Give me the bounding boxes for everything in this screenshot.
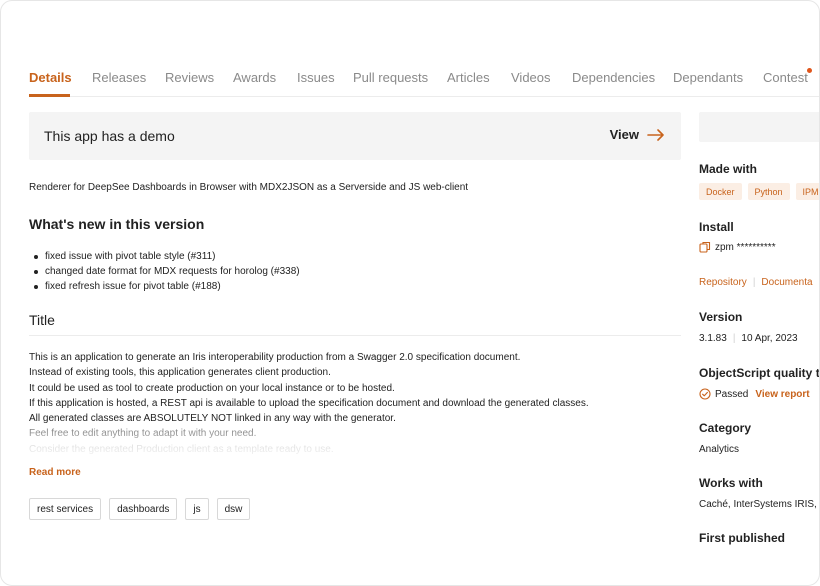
list-item: fixed issue with pivot table style (#311… — [33, 249, 300, 264]
tab-dependants[interactable]: Dependants — [673, 70, 743, 85]
list-item: fixed refresh issue for pivot table (#18… — [33, 279, 300, 294]
readme-line: It could be used as tool to create produ… — [29, 382, 395, 394]
made-with-chips: Docker Python IPM — [699, 183, 819, 200]
category-value[interactable]: Analytics — [699, 444, 739, 455]
version-separator: | — [732, 333, 736, 344]
first-published-heading: First published — [699, 531, 786, 545]
app-description: Renderer for DeepSee Dashboards in Brows… — [29, 182, 469, 193]
tab-articles[interactable]: Articles — [447, 70, 490, 85]
copy-icon[interactable] — [699, 241, 711, 253]
demo-banner-text: This app has a demo — [44, 128, 175, 144]
install-heading: Install — [699, 220, 734, 234]
quality-heading: ObjectScript quality t — [699, 366, 820, 380]
sidebar-action-box[interactable] — [699, 112, 819, 142]
works-with-heading: Works with — [699, 476, 763, 490]
install-command-row[interactable]: zpm ********** — [699, 241, 776, 253]
install-command: zpm ********** — [715, 241, 776, 253]
tab-releases[interactable]: Releases — [92, 70, 146, 85]
contest-notification-dot — [807, 68, 812, 73]
check-circle-icon — [699, 388, 711, 400]
tab-awards[interactable]: Awards — [233, 70, 276, 85]
view-report-link[interactable]: View report — [755, 389, 809, 400]
version-heading: Version — [699, 310, 743, 324]
chip-docker[interactable]: Docker — [699, 183, 742, 200]
category-heading: Category — [699, 421, 752, 435]
chip-python[interactable]: Python — [747, 183, 790, 200]
repository-link[interactable]: Repository — [699, 277, 747, 288]
works-with-value: Caché, InterSystems IRIS, — [699, 499, 817, 510]
chip-ipm[interactable]: IPM — [795, 183, 819, 200]
tab-dependencies[interactable]: Dependencies — [572, 70, 655, 85]
quality-status: Passed — [715, 388, 749, 400]
tab-details[interactable]: Details — [29, 70, 72, 85]
version-number: 3.1.83 — [699, 333, 727, 344]
readme-line: If this application is hosted, a REST ap… — [29, 397, 589, 409]
readme-line: This is an application to generate an Ir… — [29, 352, 521, 363]
readme-line: All generated classes are ABSOLUTELY NOT… — [29, 413, 396, 425]
title-heading: Title — [29, 312, 55, 328]
demo-view-label: View — [609, 127, 639, 142]
whats-new-heading: What's new in this version — [29, 216, 205, 232]
arrow-right-icon — [647, 128, 664, 141]
tab-bar: Details Releases Reviews Awards Issues P… — [29, 68, 819, 97]
tag-dashboards[interactable]: dashboards — [109, 498, 178, 520]
list-item: changed date format for MDX requests for… — [33, 264, 300, 279]
demo-view-button[interactable]: View — [610, 127, 665, 142]
readme-body: This is an application to generate an Ir… — [29, 350, 679, 457]
tab-reviews[interactable]: Reviews — [165, 70, 214, 85]
version-date: 10 Apr, 2023 — [741, 333, 798, 344]
tab-pull-requests[interactable]: Pull requests — [353, 70, 428, 85]
app-details-page: Details Releases Reviews Awards Issues P… — [0, 0, 820, 586]
made-with-heading: Made with — [699, 162, 758, 176]
documentation-link[interactable]: Documenta — [761, 277, 812, 288]
tab-contest[interactable]: Contest — [763, 70, 808, 85]
changes-list: fixed issue with pivot table style (#311… — [33, 249, 300, 294]
tag-js[interactable]: js — [185, 498, 209, 520]
tab-issues[interactable]: Issues — [297, 70, 335, 85]
readme-line: Consider the generated Production client… — [29, 443, 334, 455]
tag-rest-services[interactable]: rest services — [29, 498, 102, 520]
read-more-link[interactable]: Read more — [29, 467, 81, 478]
tag-dsw[interactable]: dsw — [216, 498, 251, 520]
active-tab-indicator — [29, 94, 70, 97]
version-row: 3.1.83 | 10 Apr, 2023 — [699, 333, 798, 344]
readme-line: Feel free to edit anything to adapt it w… — [29, 428, 257, 440]
readme-line: Instead of existing tools, this applicat… — [29, 367, 331, 379]
project-links: Repository | Documenta — [699, 277, 813, 288]
tab-videos[interactable]: Videos — [511, 70, 551, 85]
quality-status-row: Passed View report — [699, 388, 810, 400]
demo-banner: This app has a demo View — [29, 112, 681, 160]
link-separator: | — [752, 277, 756, 288]
tag-list: rest services dashboards js dsw — [29, 498, 251, 520]
divider — [29, 335, 681, 336]
